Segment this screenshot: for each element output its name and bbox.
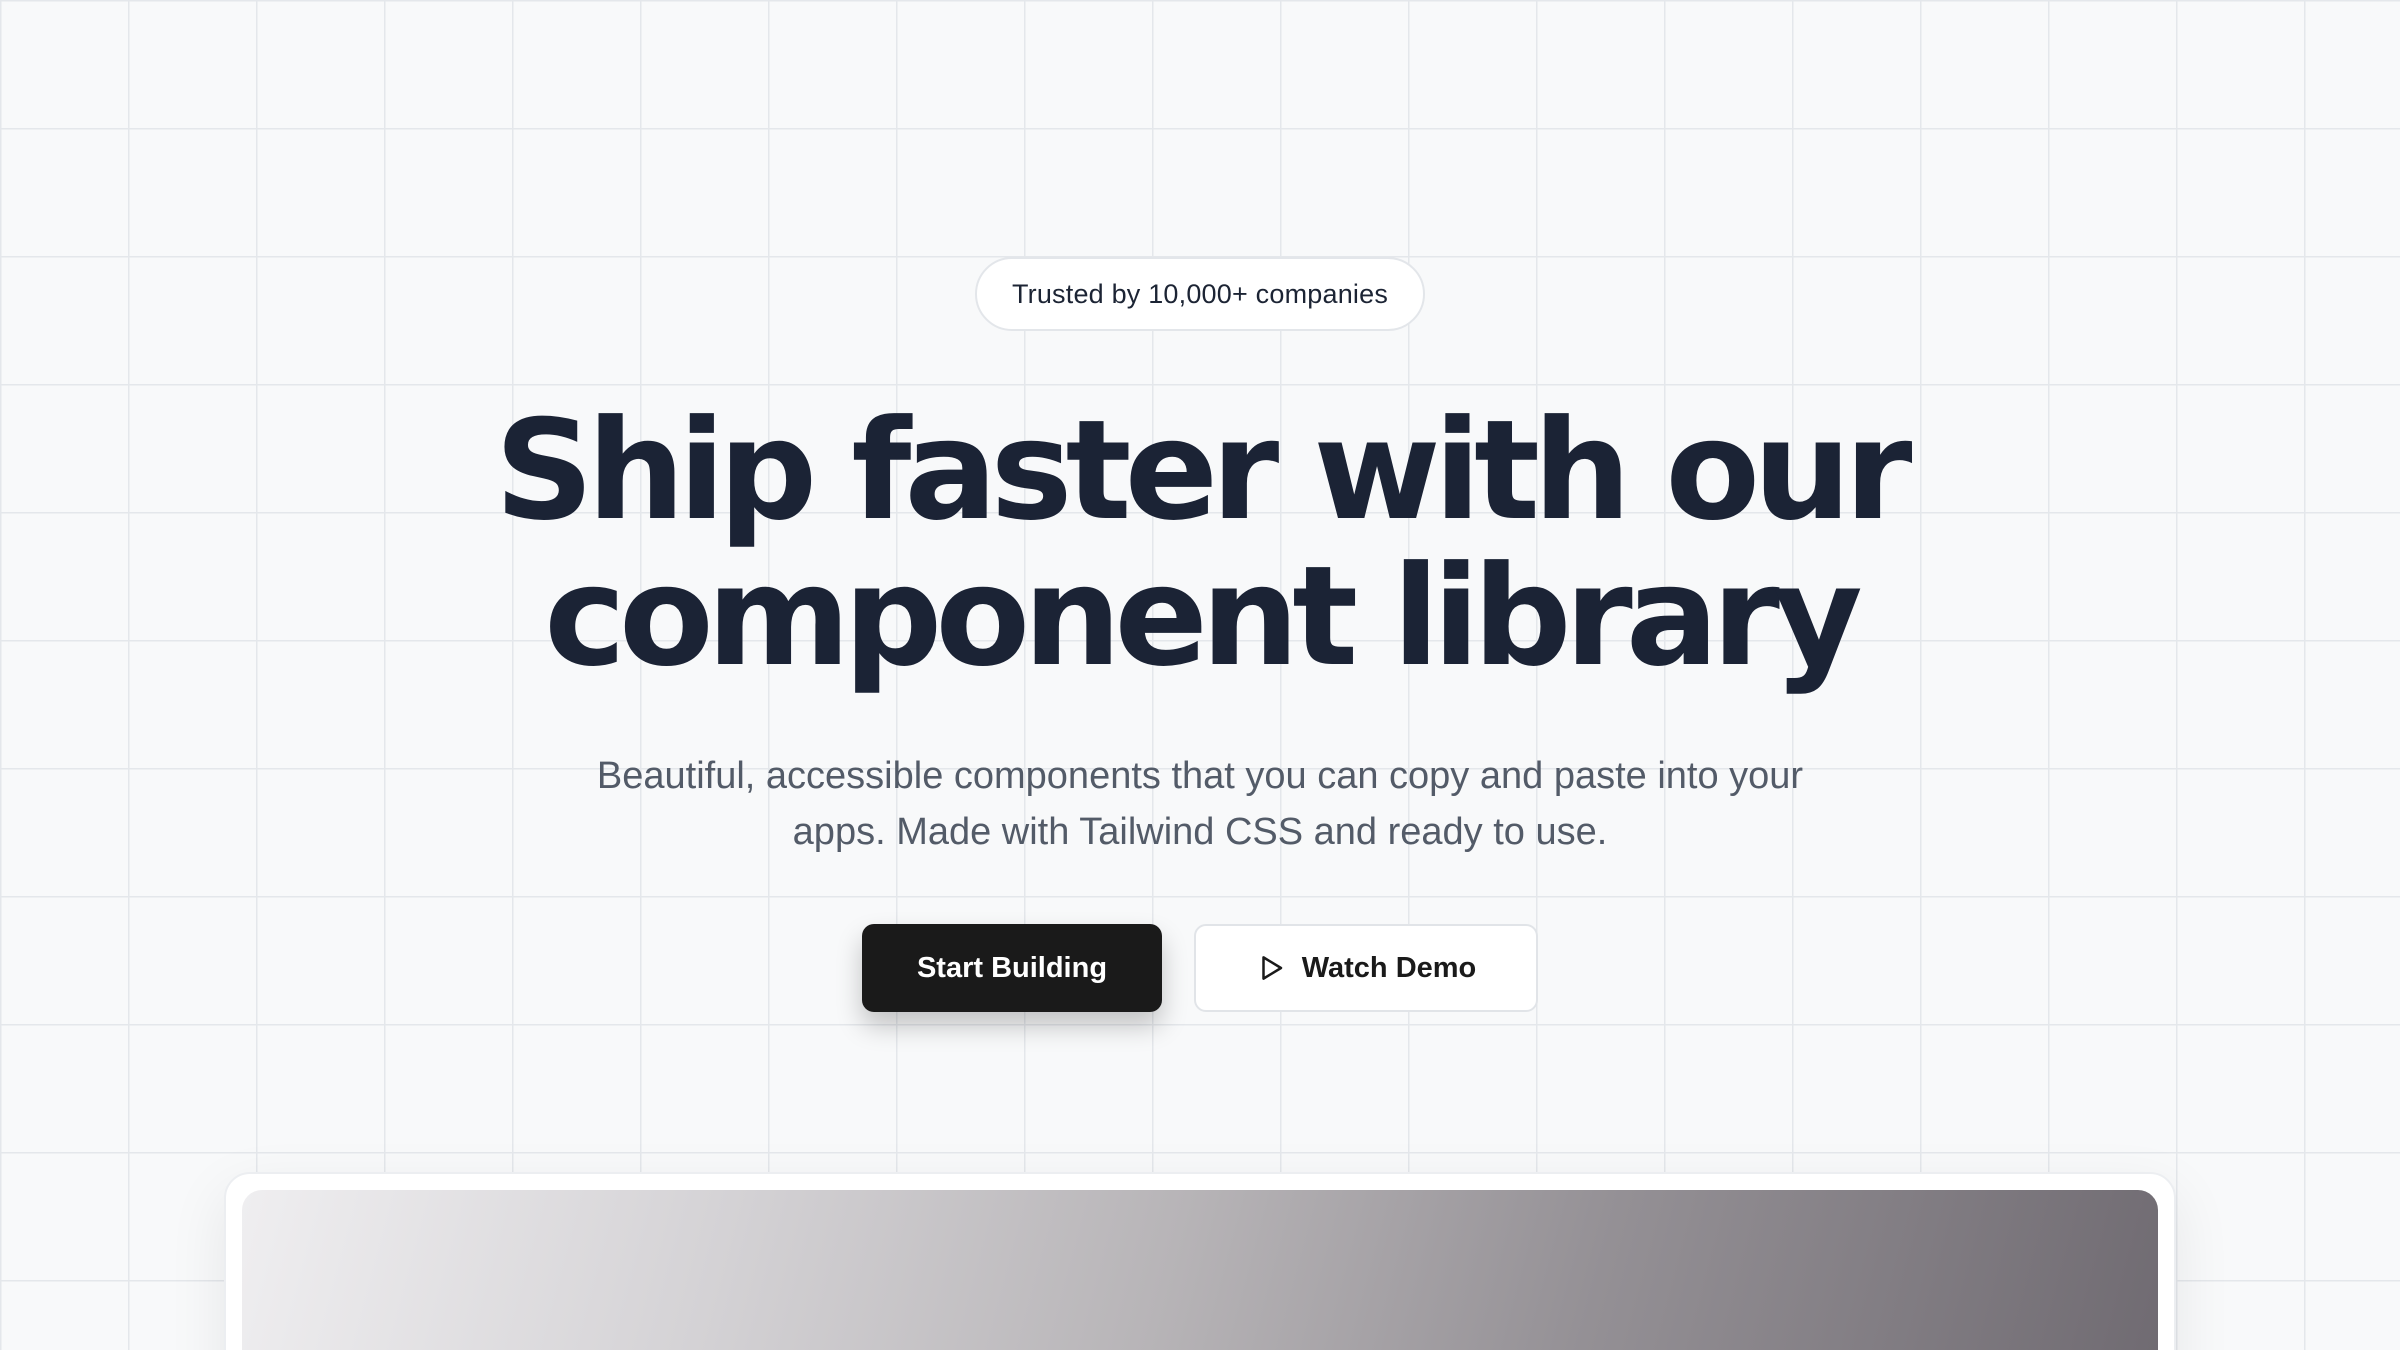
start-building-button[interactable]: Start Building	[862, 924, 1162, 1012]
hero-headline-line-2: component library	[544, 536, 1863, 697]
hero-subtitle: Beautiful, accessible components that yo…	[520, 748, 1880, 860]
play-icon	[1256, 953, 1286, 983]
hero-subtitle-line-2: apps. Made with Tailwind CSS and ready t…	[792, 811, 1608, 853]
hero-headline: Ship faster with our component library	[400, 398, 2000, 690]
trust-badge: Trusted by 10,000+ companies	[975, 257, 1425, 331]
product-preview-frame	[224, 1172, 2176, 1350]
hero-section: Trusted by 10,000+ companies Ship faster…	[0, 0, 2400, 1350]
hero-headline-line-1: Ship faster with our	[494, 390, 1913, 551]
product-preview-image	[242, 1190, 2158, 1350]
trust-badge-text: Trusted by 10,000+ companies	[1011, 278, 1389, 309]
watch-demo-button[interactable]: Watch Demo	[1194, 924, 1538, 1012]
hero-subtitle-line-1: Beautiful, accessible components that yo…	[596, 755, 1804, 797]
start-building-label: Start Building	[916, 951, 1108, 984]
watch-demo-label: Watch Demo	[1301, 951, 1477, 984]
